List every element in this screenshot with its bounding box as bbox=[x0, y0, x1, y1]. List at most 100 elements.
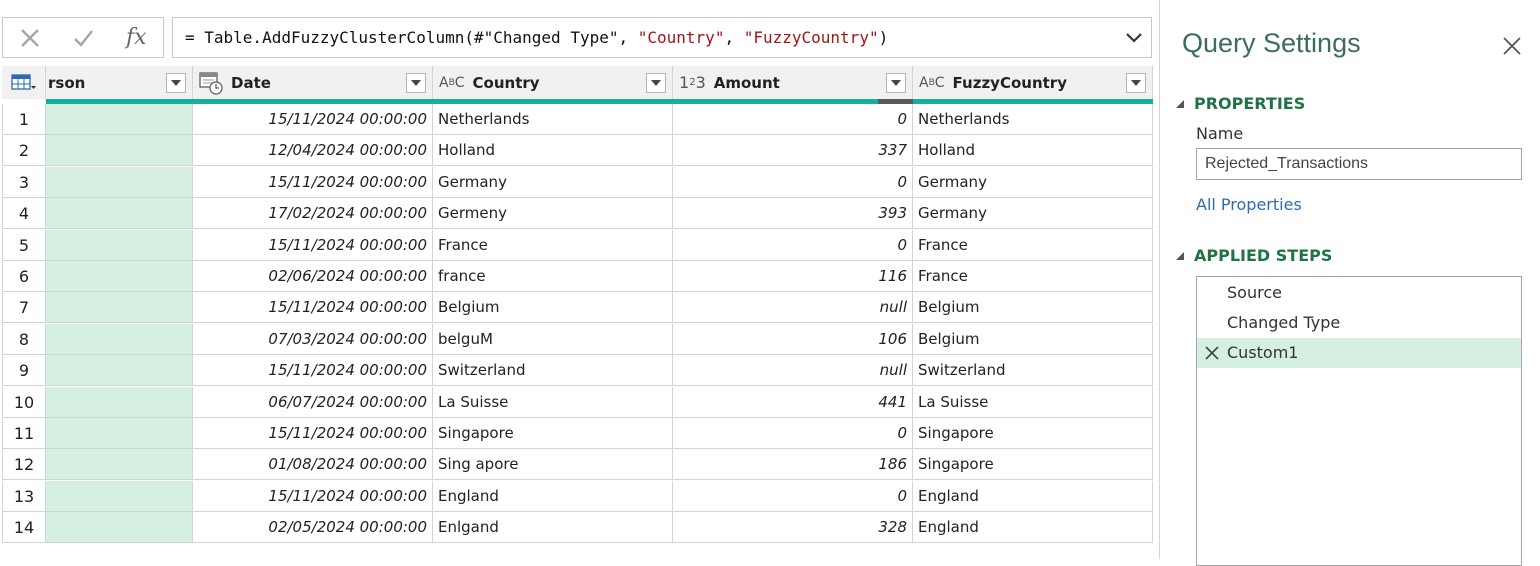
cell-country[interactable]: Switzerland bbox=[433, 355, 673, 387]
cell-amount[interactable]: 337 bbox=[673, 135, 913, 167]
column-header-date[interactable]: Date bbox=[193, 66, 433, 99]
close-panel-button[interactable] bbox=[1501, 35, 1523, 57]
column-filter-button[interactable] bbox=[1126, 72, 1146, 93]
cell-country[interactable]: La Suisse bbox=[433, 386, 673, 418]
cell-fuzzycountry[interactable]: Germany bbox=[913, 166, 1153, 198]
row-number[interactable]: 1 bbox=[2, 104, 46, 135]
cell-amount[interactable]: 328 bbox=[673, 512, 913, 544]
cell-fuzzycountry[interactable]: Belgium bbox=[913, 323, 1153, 355]
table-menu-button[interactable] bbox=[2, 66, 46, 99]
cell-person[interactable] bbox=[46, 386, 193, 418]
cell-amount[interactable]: null bbox=[673, 355, 913, 387]
cell-person[interactable] bbox=[46, 512, 193, 544]
expand-formula-button[interactable] bbox=[1125, 18, 1143, 57]
row-number[interactable]: 7 bbox=[2, 292, 46, 324]
row-number[interactable]: 2 bbox=[2, 135, 46, 167]
properties-section-toggle[interactable]: PROPERTIES bbox=[1176, 94, 1305, 113]
cell-date[interactable]: 15/11/2024 00:00:00 bbox=[193, 229, 433, 261]
cell-fuzzycountry[interactable]: Switzerland bbox=[913, 355, 1153, 387]
table-row[interactable]: 9 15/11/2024 00:00:00 Switzerland null Switz… bbox=[2, 355, 1153, 387]
table-row[interactable]: 10 06/07/2024 00:00:00 La Suisse 441 La Suis… bbox=[2, 386, 1153, 418]
cell-person[interactable] bbox=[46, 418, 193, 449]
table-row[interactable]: 2 12/04/2024 00:00:00 Holland 337 Holland bbox=[2, 135, 1153, 167]
table-row[interactable]: 7 15/11/2024 00:00:00 Belgium null Belgium bbox=[2, 292, 1153, 324]
cell-country[interactable]: Germeny bbox=[433, 198, 673, 230]
table-row[interactable]: 3 15/11/2024 00:00:00 Germany 0 Germany bbox=[2, 166, 1153, 198]
cell-fuzzycountry[interactable]: France bbox=[913, 229, 1153, 261]
table-row[interactable]: 1 15/11/2024 00:00:00 Netherlands 0 Netherla… bbox=[2, 104, 1153, 135]
cell-fuzzycountry[interactable]: Singapore bbox=[913, 449, 1153, 481]
table-row[interactable]: 11 15/11/2024 00:00:00 Singapore 0 Singapore bbox=[2, 418, 1153, 449]
cell-date[interactable]: 15/11/2024 00:00:00 bbox=[193, 166, 433, 198]
cell-fuzzycountry[interactable]: Belgium bbox=[913, 292, 1153, 324]
table-row[interactable]: 8 07/03/2024 00:00:00 belguM 106 Belgium bbox=[2, 323, 1153, 355]
cell-date[interactable]: 17/02/2024 00:00:00 bbox=[193, 198, 433, 230]
cell-date[interactable]: 07/03/2024 00:00:00 bbox=[193, 323, 433, 355]
cell-person[interactable] bbox=[46, 166, 193, 198]
cell-person[interactable] bbox=[46, 323, 193, 355]
cell-fuzzycountry[interactable]: England bbox=[913, 480, 1153, 512]
cell-country[interactable]: England bbox=[433, 480, 673, 512]
cell-country[interactable]: Germany bbox=[433, 166, 673, 198]
cell-country[interactable]: France bbox=[433, 229, 673, 261]
cell-fuzzycountry[interactable]: Singapore bbox=[913, 418, 1153, 449]
table-row[interactable]: 12 01/08/2024 00:00:00 Sing apore 186 Singap… bbox=[2, 449, 1153, 481]
row-number[interactable]: 12 bbox=[2, 449, 46, 481]
cell-person[interactable] bbox=[46, 198, 193, 230]
row-number[interactable]: 5 bbox=[2, 229, 46, 261]
cell-amount[interactable]: 441 bbox=[673, 386, 913, 418]
row-number[interactable]: 4 bbox=[2, 198, 46, 230]
row-number[interactable]: 3 bbox=[2, 166, 46, 198]
cell-country[interactable]: Enlgand bbox=[433, 512, 673, 544]
table-row[interactable]: 13 15/11/2024 00:00:00 England 0 England bbox=[2, 480, 1153, 512]
cell-amount[interactable]: 0 bbox=[673, 229, 913, 261]
fx-button[interactable]: fx bbox=[110, 18, 163, 57]
cell-country[interactable]: france bbox=[433, 261, 673, 292]
row-number[interactable]: 13 bbox=[2, 480, 46, 512]
cell-country[interactable]: Netherlands bbox=[433, 104, 673, 135]
cell-amount[interactable]: 0 bbox=[673, 104, 913, 135]
column-filter-button[interactable] bbox=[166, 72, 186, 93]
cell-country[interactable]: Singapore bbox=[433, 418, 673, 449]
applied-steps-section-toggle[interactable]: APPLIED STEPS bbox=[1176, 246, 1332, 265]
cell-date[interactable]: 15/11/2024 00:00:00 bbox=[193, 355, 433, 387]
column-filter-button[interactable] bbox=[886, 72, 906, 93]
cell-fuzzycountry[interactable]: Holland bbox=[913, 135, 1153, 167]
cell-date[interactable]: 15/11/2024 00:00:00 bbox=[193, 418, 433, 449]
cell-person[interactable] bbox=[46, 355, 193, 387]
query-name-input[interactable]: Rejected_Transactions bbox=[1196, 148, 1522, 180]
row-number[interactable]: 14 bbox=[2, 512, 46, 544]
cell-amount[interactable]: 0 bbox=[673, 166, 913, 198]
row-number[interactable]: 9 bbox=[2, 355, 46, 387]
cell-fuzzycountry[interactable]: La Suisse bbox=[913, 386, 1153, 418]
cancel-button[interactable] bbox=[3, 18, 56, 57]
cell-fuzzycountry[interactable]: Germany bbox=[913, 198, 1153, 230]
cell-person[interactable] bbox=[46, 292, 193, 324]
cell-person[interactable] bbox=[46, 261, 193, 292]
column-header-person[interactable]: rson bbox=[46, 66, 193, 99]
formula-input[interactable]: = Table.AddFuzzyClusterColumn(#"Changed … bbox=[172, 17, 1152, 58]
table-row[interactable]: 14 02/05/2024 00:00:00 Enlgand 328 England bbox=[2, 512, 1153, 544]
row-number[interactable]: 10 bbox=[2, 386, 46, 418]
column-filter-button[interactable] bbox=[646, 72, 666, 93]
cell-amount[interactable]: null bbox=[673, 292, 913, 324]
column-filter-button[interactable] bbox=[406, 72, 426, 93]
cell-fuzzycountry[interactable]: England bbox=[913, 512, 1153, 544]
cell-amount[interactable]: 0 bbox=[673, 480, 913, 512]
cell-country[interactable]: Sing apore bbox=[433, 449, 673, 481]
cell-date[interactable]: 02/05/2024 00:00:00 bbox=[193, 512, 433, 544]
cell-date[interactable]: 02/06/2024 00:00:00 bbox=[193, 261, 433, 292]
cell-person[interactable] bbox=[46, 135, 193, 167]
row-number[interactable]: 6 bbox=[2, 261, 46, 292]
cell-amount[interactable]: 106 bbox=[673, 323, 913, 355]
column-header-fuzzycountry[interactable]: ABC FuzzyCountry bbox=[913, 66, 1153, 99]
column-header-amount[interactable]: 123 Amount bbox=[673, 66, 913, 99]
cell-person[interactable] bbox=[46, 104, 193, 135]
cell-person[interactable] bbox=[46, 449, 193, 481]
cell-fuzzycountry[interactable]: Netherlands bbox=[913, 104, 1153, 135]
cell-country[interactable]: belguM bbox=[433, 323, 673, 355]
cell-fuzzycountry[interactable]: France bbox=[913, 261, 1153, 292]
cell-amount[interactable]: 393 bbox=[673, 198, 913, 230]
commit-button[interactable] bbox=[56, 18, 109, 57]
column-header-country[interactable]: ABC Country bbox=[433, 66, 673, 99]
